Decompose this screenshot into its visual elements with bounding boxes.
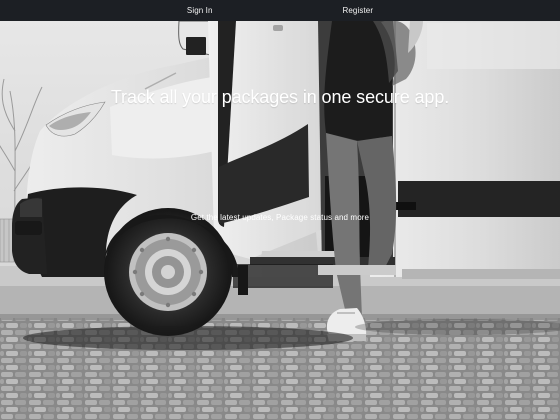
register-link[interactable]: Register [343,6,374,15]
sign-in-link[interactable]: Sign In [187,6,213,15]
landing-page: Sign In Register Track all your packages… [0,0,560,420]
hero-headline: Track all your packages in one secure ap… [110,87,450,107]
top-navigation-bar: Sign In Register [0,0,560,21]
hero-subtext: Get the latest updates, Package status a… [190,213,370,222]
hero-section: Track all your packages in one secure ap… [0,21,560,420]
